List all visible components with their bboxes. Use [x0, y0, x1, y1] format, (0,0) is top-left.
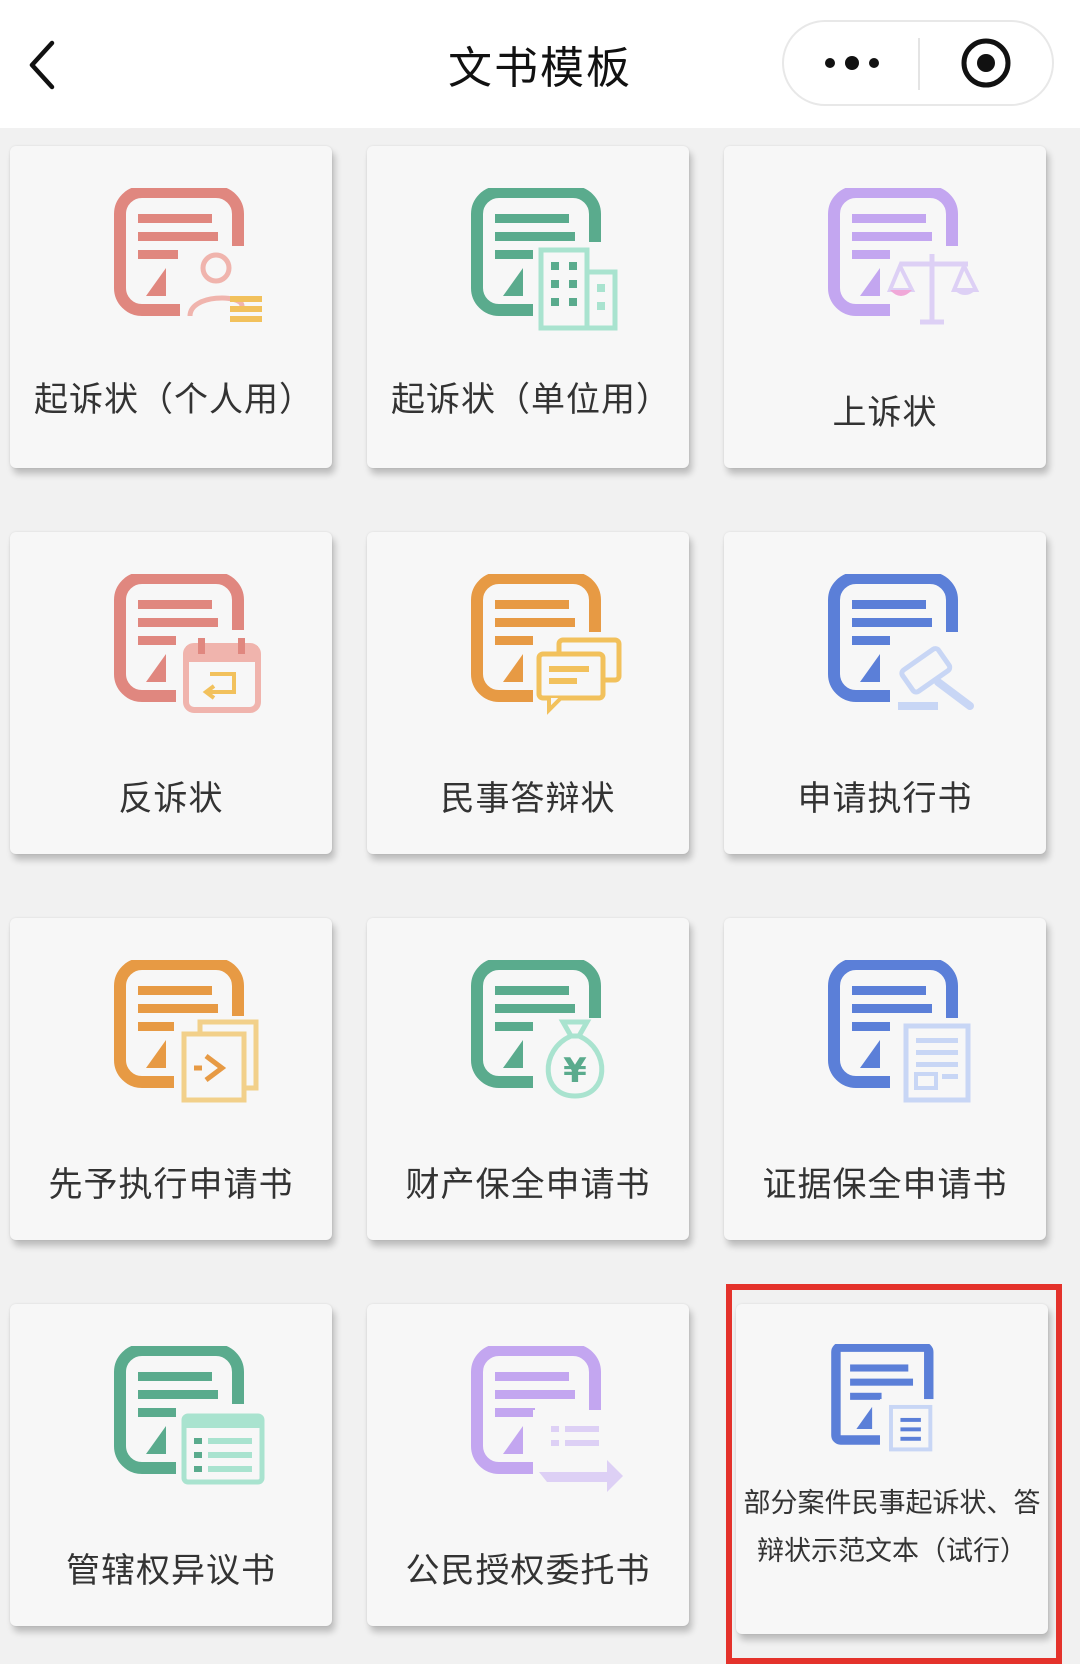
chevron-left-icon	[29, 40, 55, 90]
document-scales-icon	[828, 188, 982, 334]
template-card-complaint-organization[interactable]: 起诉状（单位用）	[367, 146, 689, 468]
template-card-counterclaim[interactable]: 反诉状	[10, 532, 332, 854]
template-card-power-of-attorney[interactable]: 公民授权委托书	[367, 1304, 689, 1626]
nav-bar: 文书模板	[0, 0, 1080, 128]
template-label: 财产保全申请书	[405, 1165, 651, 1205]
template-label: 反诉状	[118, 779, 224, 819]
document-moneybag-icon: ¥	[471, 960, 625, 1106]
template-label: 申请执行书	[797, 779, 973, 819]
template-label: 部分案件民事起诉状、答辩状示范文本（试行）	[743, 1488, 1041, 1567]
template-card-preliminary-execution[interactable]: 先予执行申请书	[10, 918, 332, 1240]
document-person-icon	[114, 188, 262, 326]
document-calendar-icon	[114, 574, 268, 720]
miniprogram-capsule	[782, 20, 1054, 106]
document-gavel-icon	[828, 574, 982, 720]
close-miniprogram-button[interactable]	[920, 22, 1052, 104]
template-label: 管辖权异议书	[66, 1551, 276, 1591]
template-card-execution-application[interactable]: 申请执行书	[724, 532, 1046, 854]
back-button[interactable]	[12, 30, 72, 100]
document-building-icon	[471, 188, 623, 334]
document-sheet-icon	[828, 960, 982, 1106]
template-card-jurisdiction-objection[interactable]: 管辖权异议书	[10, 1304, 332, 1626]
template-card-evidence-preservation[interactable]: 证据保全申请书	[724, 918, 1046, 1240]
target-close-icon	[961, 38, 1011, 88]
document-list-icon	[114, 1346, 268, 1492]
template-card-defense[interactable]: 民事答辩状	[367, 532, 689, 854]
template-label: 起诉状（单位用）	[391, 380, 671, 420]
document-chat-icon	[471, 574, 625, 720]
template-label: 上诉状	[832, 393, 938, 433]
document-handover-icon	[471, 1346, 625, 1492]
template-card-appeal[interactable]: 上诉状	[724, 146, 1046, 468]
more-dots-icon	[825, 56, 879, 70]
template-label: 先予执行申请书	[48, 1165, 294, 1205]
more-button[interactable]	[784, 22, 920, 104]
template-card-sample-texts[interactable]: 部分案件民事起诉状、答辩状示范文本（试行）	[736, 1304, 1048, 1634]
svg-text:¥: ¥	[563, 1051, 587, 1091]
template-card-complaint-individual[interactable]: 起诉状（个人用）	[10, 146, 332, 468]
template-card-property-preservation[interactable]: ¥ 财产保全申请书	[367, 918, 689, 1240]
template-label: 公民授权委托书	[405, 1551, 651, 1591]
template-label: 证据保全申请书	[762, 1165, 1008, 1205]
template-label: 起诉状（个人用）	[34, 380, 314, 420]
document-forward-icon	[114, 960, 268, 1106]
document-small-icon	[831, 1344, 936, 1455]
template-label: 民事答辩状	[440, 779, 616, 819]
